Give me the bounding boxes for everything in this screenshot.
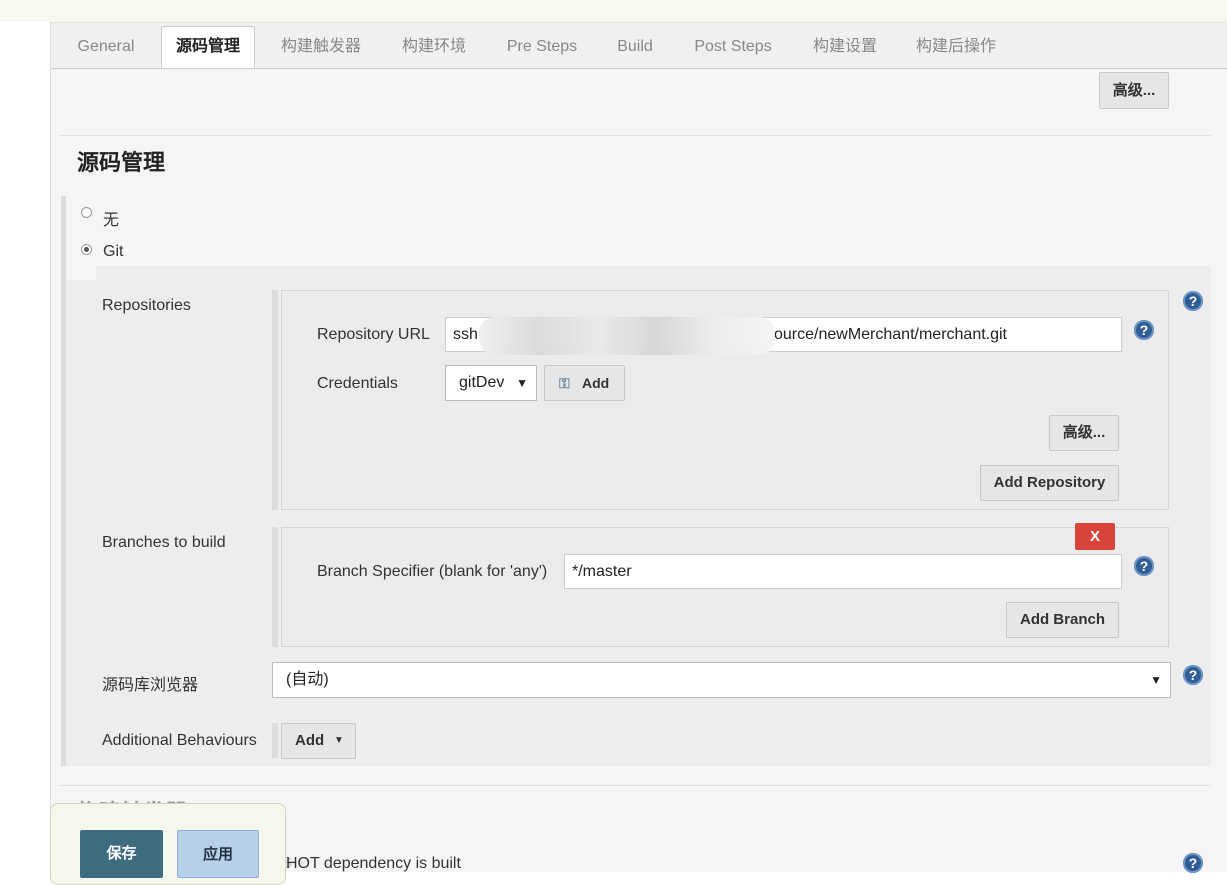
add-credentials-button[interactable]: ⚿ Add <box>544 365 625 401</box>
repository-advanced-button[interactable]: 高级... <box>1049 415 1119 451</box>
left-pane <box>0 22 51 872</box>
tab-build-triggers[interactable]: 构建触发器 <box>273 27 369 67</box>
behaviours-bar <box>272 723 278 758</box>
tab-post-steps[interactable]: Post Steps <box>683 27 783 67</box>
repository-url-suffix: ource/newMerchant/merchant.git <box>774 326 1007 343</box>
config-tabs: General 源码管理 构建触发器 构建环境 Pre Steps Build … <box>51 23 1227 69</box>
apply-button[interactable]: 应用 <box>177 830 259 878</box>
tab-build-settings[interactable]: 构建设置 <box>803 27 887 67</box>
credentials-label: Credentials <box>317 375 398 392</box>
advanced-button[interactable]: 高级... <box>1099 72 1169 109</box>
tab-post-build-actions[interactable]: 构建后操作 <box>907 27 1005 67</box>
repository-browser-label: 源码库浏览器 <box>102 677 199 694</box>
section-title-scm: 源码管理 <box>77 150 166 175</box>
repository-browser-select[interactable]: (自动) ▼ <box>272 662 1171 698</box>
repositories-bar <box>272 290 278 510</box>
remove-branch-button[interactable]: X <box>1075 523 1115 550</box>
branches-bar <box>272 527 278 647</box>
tab-build[interactable]: Build <box>607 27 663 67</box>
tab-pre-steps[interactable]: Pre Steps <box>497 27 587 67</box>
repository-url-help-icon[interactable]: ? <box>1134 320 1154 340</box>
tab-scm[interactable]: 源码管理 <box>161 26 255 68</box>
branch-specifier-input[interactable]: */master <box>564 554 1122 589</box>
repository-url-label: Repository URL <box>317 326 430 343</box>
scm-none-label: 无 <box>103 212 120 229</box>
scm-git-radio[interactable] <box>81 244 92 255</box>
add-branch-button[interactable]: Add Branch <box>1006 602 1119 638</box>
key-icon: ⚿ <box>559 375 570 391</box>
repositories-help-icon[interactable]: ? <box>1183 291 1203 311</box>
tab-build-environment[interactable]: 构建环境 <box>391 27 477 67</box>
divider <box>59 785 1211 786</box>
repositories-label: Repositories <box>102 297 191 314</box>
add-credentials-label: Add <box>582 375 610 391</box>
additional-behaviours-label: Additional Behaviours <box>102 732 257 749</box>
add-repository-button[interactable]: Add Repository <box>980 465 1119 501</box>
chevron-down-icon: ▼ <box>516 376 528 390</box>
scm-git-label: Git <box>103 243 124 260</box>
scm-none-radio[interactable] <box>81 207 92 218</box>
tab-general[interactable]: General <box>66 27 146 67</box>
redacted-blur <box>479 317 775 355</box>
caret-down-icon: ▼ <box>334 735 344 746</box>
repository-browser-help-icon[interactable]: ? <box>1183 665 1203 685</box>
credentials-value: gitDev <box>459 374 505 391</box>
branches-label: Branches to build <box>102 534 226 551</box>
credentials-select[interactable]: gitDev ▼ <box>445 365 537 401</box>
add-behaviour-label: Add <box>295 732 325 749</box>
branch-specifier-label: Branch Specifier (blank for 'any') <box>317 563 548 580</box>
save-button[interactable]: 保存 <box>80 830 163 878</box>
chevron-down-icon: ▼ <box>1150 673 1162 687</box>
add-behaviour-button[interactable]: Add ▼ <box>281 723 356 759</box>
repository-url-prefix: ssh <box>453 326 478 343</box>
branch-specifier-help-icon[interactable]: ? <box>1134 556 1154 576</box>
divider <box>59 135 1211 136</box>
config-main: General 源码管理 构建触发器 构建环境 Pre Steps Build … <box>51 23 1227 873</box>
top-bar <box>0 0 1227 23</box>
trigger-text: HOT dependency is built <box>286 855 461 872</box>
trigger-help-icon[interactable]: ? <box>1183 853 1203 873</box>
repository-browser-value: (自动) <box>286 671 329 688</box>
